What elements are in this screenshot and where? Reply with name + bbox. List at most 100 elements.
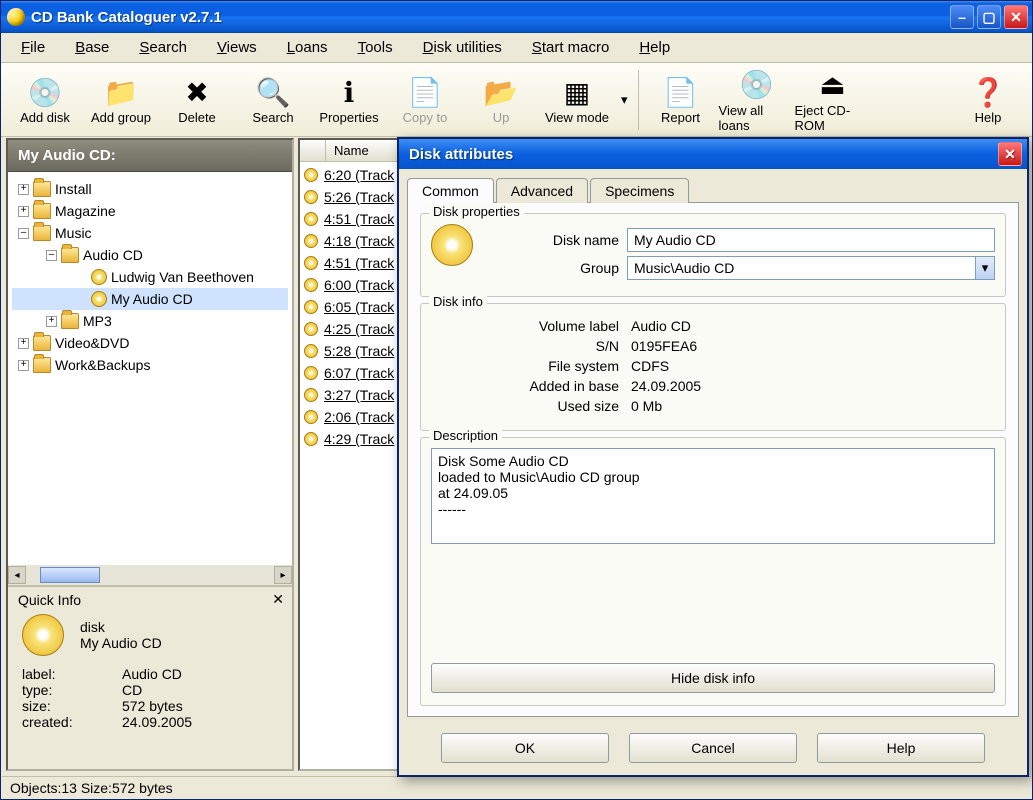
toolbar-label: Add group (91, 110, 151, 125)
menu-disk-utilities[interactable]: Disk utilities (409, 35, 516, 60)
group-select[interactable] (627, 256, 975, 280)
expand-icon[interactable]: + (46, 316, 57, 327)
tree-node[interactable]: –Audio CD (12, 244, 288, 266)
track-label[interactable]: 4:51 (Track (324, 211, 394, 227)
disk-properties-label: Disk properties (429, 204, 524, 219)
disk-properties-group: Disk properties Disk name Group ▾ (420, 213, 1006, 297)
expand-icon[interactable]: + (18, 206, 29, 217)
scroll-right-icon[interactable]: ▸ (274, 566, 292, 584)
app-icon (7, 8, 25, 26)
track-label[interactable]: 5:28 (Track (324, 343, 394, 359)
hide-disk-info-button[interactable]: Hide disk info (431, 663, 995, 693)
track-label[interactable]: 4:29 (Track (324, 431, 394, 447)
close-button[interactable]: ✕ (1004, 5, 1028, 29)
tab-common[interactable]: Common (407, 178, 494, 203)
tree-node[interactable]: +Install (12, 178, 288, 200)
help-icon: ❓ (970, 74, 1006, 110)
expand-icon[interactable]: + (18, 360, 29, 371)
track-label[interactable]: 2:06 (Track (324, 409, 394, 425)
menu-help[interactable]: Help (625, 35, 684, 60)
track-icon (304, 300, 318, 314)
track-label[interactable]: 3:27 (Track (324, 387, 394, 403)
toolbar-view-loans-button[interactable]: 💿View all loans (719, 66, 795, 134)
tree-node[interactable]: My Audio CD (12, 288, 288, 310)
expand-icon[interactable]: – (46, 250, 57, 261)
menu-search[interactable]: Search (125, 35, 201, 60)
info-key: Used size (431, 398, 631, 414)
toolbar-label: Properties (319, 110, 378, 125)
tree-label: MP3 (83, 313, 112, 329)
toolbar-search-button[interactable]: 🔍Search (235, 66, 311, 134)
scroll-left-icon[interactable]: ◂ (8, 566, 26, 584)
info-key: Added in base (431, 378, 631, 394)
folder-icon (33, 335, 51, 351)
toolbar-label: Eject CD-ROM (795, 103, 871, 133)
main-titlebar[interactable]: CD Bank Cataloguer v2.7.1 – ▢ ✕ (1, 1, 1032, 33)
tree-node[interactable]: + MP3 (12, 310, 288, 332)
track-label[interactable]: 6:05 (Track (324, 299, 394, 315)
expand-icon[interactable]: + (18, 338, 29, 349)
toolbar-report-button[interactable]: 📄Report (643, 66, 719, 134)
disk-name-label: Disk name (489, 232, 619, 248)
minimize-button[interactable]: – (950, 5, 974, 29)
menubar: FileBaseSearchViewsLoansToolsDisk utilit… (1, 33, 1032, 63)
toolbar-view-mode-button[interactable]: ▦View mode (539, 66, 615, 134)
tab-advanced[interactable]: Advanced (496, 178, 588, 203)
menu-start-macro[interactable]: Start macro (518, 35, 624, 60)
maximize-button[interactable]: ▢ (977, 5, 1001, 29)
track-label[interactable]: 6:00 (Track (324, 277, 394, 293)
window-title: CD Bank Cataloguer v2.7.1 (31, 9, 950, 26)
tree-view[interactable]: +Install+Magazine–Music–Audio CDLudwig V… (8, 172, 292, 565)
tab-specimens[interactable]: Specimens (590, 178, 689, 203)
tree-node[interactable]: –Music (12, 222, 288, 244)
report-icon: 📄 (663, 74, 699, 110)
toolbar-properties-button[interactable]: ℹProperties (311, 66, 387, 134)
col-icon[interactable] (300, 140, 326, 161)
menu-base[interactable]: Base (61, 35, 123, 60)
expand-icon[interactable]: – (18, 228, 29, 239)
track-label[interactable]: 6:20 (Track (324, 167, 394, 183)
description-group: Description Disk Some Audio CD loaded to… (420, 437, 1006, 706)
track-label[interactable]: 5:26 (Track (324, 189, 394, 205)
track-icon (304, 190, 318, 204)
toolbar-add-group-button[interactable]: 📁Add group (83, 66, 159, 134)
menu-tools[interactable]: Tools (344, 35, 407, 60)
toolbar-help-button[interactable]: ❓Help (950, 66, 1026, 134)
scroll-thumb[interactable] (40, 567, 100, 583)
help-button[interactable]: Help (817, 733, 985, 763)
track-label[interactable]: 4:25 (Track (324, 321, 394, 337)
qi-val: 572 bytes (122, 698, 183, 714)
description-text[interactable]: Disk Some Audio CD loaded to Music\Audio… (431, 448, 995, 544)
toolbar-delete-button[interactable]: ✖Delete (159, 66, 235, 134)
toolbar-eject-button[interactable]: ⏏Eject CD-ROM (795, 66, 871, 134)
menu-loans[interactable]: Loans (273, 35, 342, 60)
menu-file[interactable]: File (7, 35, 59, 60)
description-label: Description (429, 428, 502, 443)
ok-button[interactable]: OK (441, 733, 609, 763)
dialog-titlebar[interactable]: Disk attributes ✕ (399, 139, 1027, 169)
folder-icon (61, 313, 79, 329)
toolbar-add-disk-button[interactable]: 💿Add disk (7, 66, 83, 134)
menu-views[interactable]: Views (203, 35, 271, 60)
toolbar-label: Search (252, 110, 293, 125)
dialog-body: Disk properties Disk name Group ▾ (407, 202, 1019, 717)
tree-node[interactable]: +Magazine (12, 200, 288, 222)
track-label[interactable]: 4:18 (Track (324, 233, 394, 249)
expand-icon[interactable]: + (18, 184, 29, 195)
track-label[interactable]: 4:51 (Track (324, 255, 394, 271)
quick-info-close-icon[interactable]: ✕ (272, 591, 284, 608)
dialog-close-button[interactable]: ✕ (998, 142, 1022, 166)
chevron-down-icon[interactable]: ▾ (615, 92, 634, 108)
toolbar-label: Copy to (403, 110, 448, 125)
properties-icon: ℹ (331, 74, 367, 110)
tree-node[interactable]: +Video&DVD (12, 332, 288, 354)
disk-name-input[interactable] (627, 228, 995, 252)
tree-node[interactable]: Ludwig Van Beethoven (12, 266, 288, 288)
track-icon (304, 234, 318, 248)
folder-icon (61, 247, 79, 263)
tree-node[interactable]: +Work&Backups (12, 354, 288, 376)
chevron-down-icon[interactable]: ▾ (975, 256, 995, 280)
tree-h-scrollbar[interactable]: ◂ ▸ (8, 565, 292, 585)
track-label[interactable]: 6:07 (Track (324, 365, 394, 381)
cancel-button[interactable]: Cancel (629, 733, 797, 763)
